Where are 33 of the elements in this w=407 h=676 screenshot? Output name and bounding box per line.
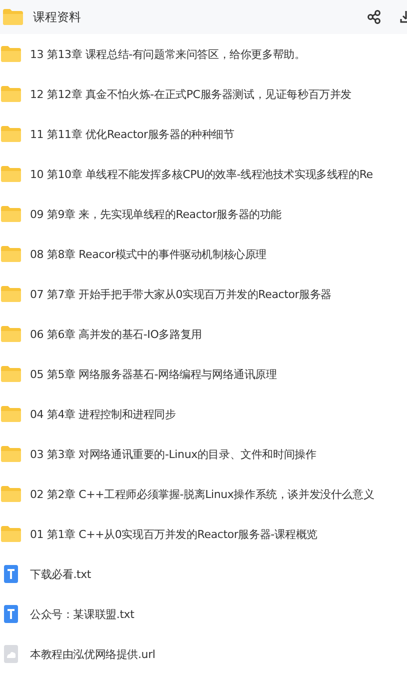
- folder-title: 课程资料: [33, 8, 82, 26]
- file-name[interactable]: 03 第3章 对网络通讯重要的-Linux的目录、文件和时间操作: [30, 446, 316, 462]
- folder-icon: [0, 365, 22, 383]
- file-name[interactable]: 06 第6章 高并发的基石-IO多路复用: [30, 326, 202, 342]
- folder-icon: [2, 8, 24, 26]
- folder-icon: [0, 285, 22, 303]
- file-name[interactable]: 01 第1章 C++从0实现百万并发的Reactor服务器-课程概览: [30, 526, 318, 542]
- folder-icon: [0, 405, 22, 423]
- file-name[interactable]: 02 第2章 C++工程师必须掌握-脱离Linux操作系统，谈并发没什么意义: [30, 486, 374, 502]
- file-name[interactable]: 05 第5章 网络服务器基石-网络编程与网络通讯原理: [30, 366, 277, 382]
- folder-icon: [0, 445, 22, 463]
- file-name[interactable]: 下载必看.txt: [30, 566, 92, 582]
- folder-icon: [0, 125, 22, 143]
- folder-icon: [0, 485, 22, 503]
- file-name[interactable]: 08 第8章 Reacor模式中的事件驱动机制核心原理: [30, 246, 267, 262]
- file-name[interactable]: 07 第7章 开始手把手带大家从0实现百万并发的Reactor服务器: [30, 286, 332, 302]
- file-name[interactable]: 本教程由泓优网络提供.url: [30, 646, 156, 662]
- file-name[interactable]: 04 第4章 进程控制和进程同步: [30, 406, 176, 422]
- folder-icon: [0, 205, 22, 223]
- file-name[interactable]: 09 第9章 来，先实现单线程的Reactor服务器的功能: [30, 206, 282, 222]
- folder-icon: [0, 165, 22, 183]
- file-name[interactable]: 11 第11章 优化Reactor服务器的种种细节: [30, 126, 234, 142]
- file-name[interactable]: 12 第12章 真金不怕火炼-在正式PC服务器测试，见证每秒百万并发: [30, 86, 352, 102]
- share-icon[interactable]: [367, 10, 381, 24]
- folder-icon: [0, 325, 22, 343]
- folder-icon: [0, 525, 22, 543]
- file-name[interactable]: 13 第13章 课程总结-有问题常来问答区，给你更多帮助。: [30, 46, 306, 62]
- folder-icon: [0, 45, 22, 63]
- folder-icon: [0, 245, 22, 263]
- folder-icon: [0, 85, 22, 103]
- download-icon[interactable]: [400, 10, 407, 24]
- file-name[interactable]: 公众号：某课联盟.txt: [30, 606, 134, 622]
- file-name[interactable]: 10 第10章 单线程不能发挥多核CPU的效率-线程池技术实现多线程的Re: [30, 166, 373, 182]
